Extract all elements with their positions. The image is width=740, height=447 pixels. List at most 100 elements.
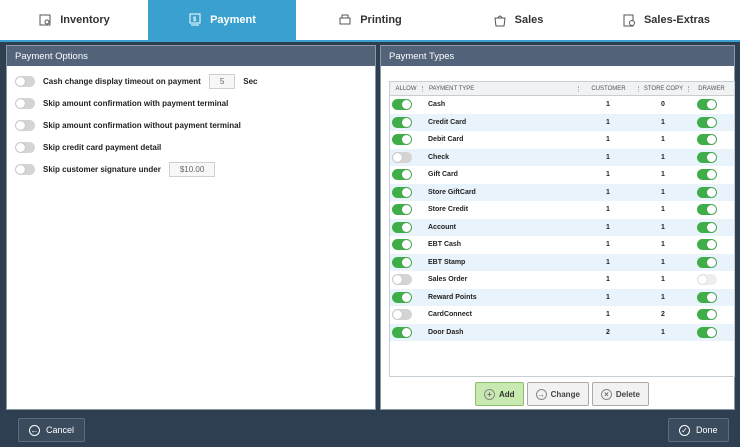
allow-toggle[interactable] [392, 256, 412, 268]
table-row[interactable]: Account 1 1 [390, 218, 734, 236]
allow-toggle[interactable] [392, 239, 412, 251]
allow-cell [390, 309, 422, 321]
drawer-toggle[interactable] [697, 326, 717, 338]
skip-signature-toggle[interactable] [15, 163, 35, 175]
allow-cell [390, 221, 422, 233]
drawer-toggle[interactable] [697, 239, 717, 251]
skip-confirm-without-terminal-toggle[interactable] [15, 119, 35, 131]
store-copies-cell: 1 [661, 276, 665, 284]
cancel-label: Cancel [46, 425, 75, 435]
drawer-toggle[interactable] [697, 134, 717, 146]
allow-toggle[interactable] [392, 151, 412, 163]
customer-copies-cell: 1 [606, 258, 610, 266]
payment-type-cell: Credit Card [428, 118, 467, 126]
option-label: Skip amount confirmation without payment… [43, 120, 241, 130]
payment-icon: $ [189, 13, 201, 26]
allow-toggle[interactable] [392, 221, 412, 233]
payment-type-cell: Sales Order [428, 276, 468, 284]
tab-printing[interactable]: Printing [296, 0, 444, 40]
payment-type-cell: Cash [428, 101, 446, 109]
tab-sales-extras[interactable]: Sales-Extras [592, 0, 740, 40]
store-copies-cell: 1 [661, 293, 665, 301]
store-copies-cell: 1 [661, 171, 665, 179]
store-copies-cell: 1 [661, 188, 665, 196]
drawer-toggle[interactable] [697, 291, 717, 303]
column-store-copy[interactable]: STORE COPY [638, 85, 688, 92]
table-row[interactable]: Debit Card 1 1 [390, 131, 734, 149]
done-button[interactable]: ✓ Done [668, 418, 729, 442]
signature-amount-input[interactable]: $10.00 [168, 161, 216, 177]
table-row[interactable]: Sales Order 1 1 [390, 271, 734, 289]
option-skip-confirm-with-terminal: Skip amount confirmation with payment te… [7, 92, 375, 114]
allow-toggle[interactable] [392, 169, 412, 181]
timeout-seconds-input[interactable]: 5 [208, 73, 236, 89]
table-row[interactable]: Reward Points 1 1 [390, 288, 734, 306]
allow-toggle[interactable] [392, 274, 412, 286]
allow-toggle[interactable] [392, 204, 412, 216]
allow-toggle[interactable] [392, 186, 412, 198]
table-row[interactable]: Check 1 1 [390, 148, 734, 166]
printer-icon [339, 14, 351, 25]
table-row[interactable]: Store GiftCard 1 1 [390, 183, 734, 201]
table-row[interactable]: EBT Stamp 1 1 [390, 253, 734, 271]
add-button[interactable]: + Add [475, 382, 524, 406]
option-skip-credit-card-detail: Skip credit card payment detail [7, 136, 375, 158]
skip-confirm-with-terminal-toggle[interactable] [15, 97, 35, 109]
drawer-toggle[interactable] [697, 256, 717, 268]
allow-toggle[interactable] [392, 134, 412, 146]
drawer-toggle[interactable] [697, 151, 717, 163]
customer-copies-cell: 1 [606, 136, 610, 144]
drawer-cell [688, 99, 734, 111]
tab-inventory[interactable]: Inventory [0, 0, 148, 40]
allow-toggle[interactable] [392, 99, 412, 111]
allow-toggle[interactable] [392, 291, 412, 303]
change-button[interactable]: → Change [526, 382, 589, 406]
option-suffix: Sec [243, 76, 258, 86]
drawer-toggle[interactable] [697, 99, 717, 111]
store-copies-cell: 0 [661, 101, 665, 109]
column-drawer[interactable]: DRAWER [688, 85, 734, 92]
customer-copies-cell: 1 [606, 188, 610, 196]
allow-cell [390, 116, 422, 128]
drawer-toggle[interactable] [697, 221, 717, 233]
drawer-toggle[interactable] [697, 186, 717, 198]
table-row[interactable]: CardConnect 1 2 [390, 306, 734, 324]
store-copies-cell: 1 [661, 153, 665, 161]
option-label: Skip credit card payment detail [43, 142, 162, 152]
close-icon: × [600, 388, 612, 400]
column-customer[interactable]: CUSTOMER [578, 85, 638, 92]
column-allow[interactable]: ALLOW [390, 86, 422, 92]
allow-toggle[interactable] [392, 309, 412, 321]
drawer-cell [688, 151, 734, 163]
drawer-toggle[interactable] [697, 169, 717, 181]
allow-cell [390, 151, 422, 163]
table-row[interactable]: Door Dash 2 1 [390, 323, 734, 341]
drawer-toggle[interactable] [697, 204, 717, 216]
column-payment-type[interactable]: PAYMENT TYPE [422, 85, 578, 92]
allow-toggle[interactable] [392, 326, 412, 338]
allow-cell [390, 326, 422, 338]
cancel-button[interactable]: ← Cancel [18, 418, 86, 442]
option-cash-change-timeout: Cash change display timeout on payment 5… [7, 70, 375, 92]
drawer-toggle[interactable] [697, 309, 717, 321]
drawer-toggle[interactable] [697, 116, 717, 128]
delete-button[interactable]: × Delete [591, 382, 649, 406]
store-copies-cell: 1 [661, 223, 665, 231]
table-row[interactable]: Store Credit 1 1 [390, 201, 734, 219]
skip-credit-card-detail-toggle[interactable] [15, 141, 35, 153]
table-row[interactable]: Credit Card 1 1 [390, 113, 734, 131]
table-row[interactable]: Cash 1 0 [390, 96, 734, 114]
store-copies-cell: 1 [661, 206, 665, 214]
drawer-toggle[interactable] [697, 274, 717, 286]
store-copies-cell: 1 [661, 258, 665, 266]
payment-type-cell: Store GiftCard [428, 188, 476, 196]
table-row[interactable]: Gift Card 1 1 [390, 166, 734, 184]
allow-toggle[interactable] [392, 116, 412, 128]
tab-payment[interactable]: $ Payment [148, 0, 296, 40]
allow-cell [390, 291, 422, 303]
cash-change-timeout-toggle[interactable] [15, 75, 35, 87]
allow-cell [390, 186, 422, 198]
tab-sales[interactable]: Sales [444, 0, 592, 40]
table-row[interactable]: EBT Cash 1 1 [390, 236, 734, 254]
store-copies-cell: 1 [661, 136, 665, 144]
